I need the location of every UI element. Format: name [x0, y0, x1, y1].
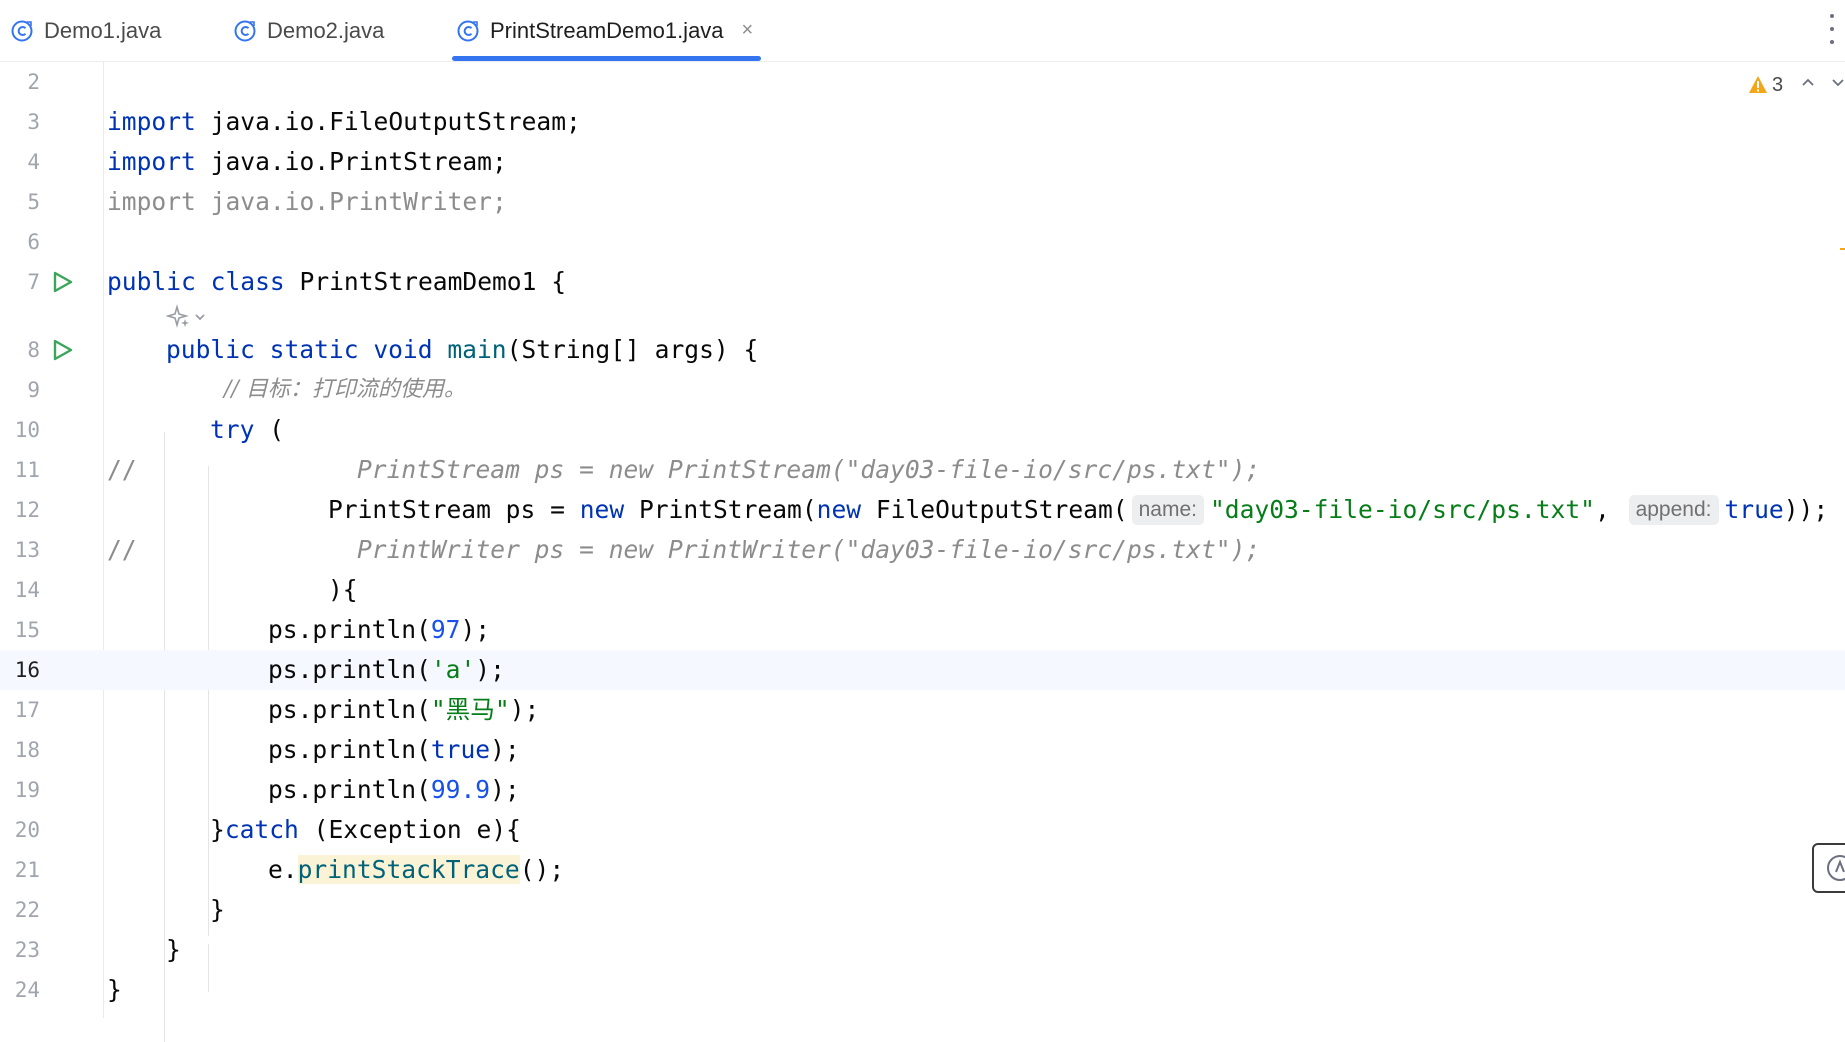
run-play-icon[interactable] [50, 270, 74, 294]
code-text[interactable]: ps.println("黑马"); [268, 690, 539, 730]
line-number: 12 [14, 498, 40, 522]
line-number: 4 [27, 150, 40, 174]
line-number: 23 [14, 938, 40, 962]
java-class-icon [234, 20, 256, 41]
java-class-icon [457, 20, 479, 41]
code-text[interactable]: ps.println(99.9); [268, 770, 520, 810]
ai-sparkle-icon[interactable] [166, 304, 210, 332]
code-line: 2 [0, 62, 1845, 102]
highlighted-method: printStackTrace [297, 855, 520, 884]
line-number: 8 [27, 338, 40, 362]
code-line: 4 import java.io.PrintStream; [0, 142, 1845, 182]
chevron-up-icon[interactable] [1800, 74, 1816, 90]
tab-label: PrintStreamDemo1.java [490, 17, 724, 43]
code-line: 8 public static void main(String[] args)… [0, 330, 1845, 370]
code-text[interactable]: e.printStackTrace(); [268, 850, 564, 890]
code-line: 6 [0, 222, 1845, 262]
code-line: 24 } [0, 970, 1845, 1010]
parameter-hint-append: append: [1628, 495, 1719, 525]
code-text[interactable]: public class PrintStreamDemo1 { [107, 262, 566, 302]
inspection-widget[interactable]: 3 [1748, 72, 1783, 98]
line-number: 11 [14, 458, 40, 482]
code-editor[interactable]: 2 3 import java.io.FileOutputStream; 4 i… [0, 62, 1845, 1042]
java-class-icon [11, 20, 33, 41]
code-comment[interactable]: PrintWriter ps = new PrintWriter("day03-… [357, 530, 1260, 570]
kebab-menu-icon[interactable] [1829, 14, 1835, 44]
line-number: 10 [14, 418, 40, 442]
tab-demo2[interactable]: Demo2.java [233, 0, 384, 61]
code-line: 18 ps.println(true); [0, 730, 1845, 770]
line-number: 20 [14, 818, 40, 842]
line-number: 9 [27, 378, 40, 402]
code-comment[interactable]: PrintStream ps = new PrintStream("day03-… [357, 450, 1260, 490]
code-line: 13 // PrintWriter ps = new PrintWriter("… [0, 530, 1845, 570]
tab-label: Demo2.java [267, 17, 385, 43]
line-number: 3 [27, 110, 40, 134]
code-comment[interactable]: // 目标：打印流的使用。 [224, 370, 466, 410]
code-line: 22 } [0, 890, 1845, 930]
line-number: 22 [14, 898, 40, 922]
floating-assistant-button[interactable] [1812, 843, 1845, 893]
line-number: 5 [27, 190, 40, 214]
tab-label: Demo1.java [44, 17, 162, 43]
warning-count: 3 [1772, 73, 1784, 96]
code-text[interactable]: } [210, 890, 225, 930]
code-line: 23 } [0, 930, 1845, 970]
code-line: 21 e.printStackTrace(); [0, 850, 1845, 890]
code-line: 15 ps.println(97); [0, 610, 1845, 650]
code-line: 14 ){ [0, 570, 1845, 610]
code-line: 20 }catch (Exception e){ [0, 810, 1845, 850]
active-tab-indicator [452, 56, 762, 61]
tab-demo1[interactable]: Demo1.java [10, 0, 161, 61]
close-tab-icon[interactable]: × [742, 19, 754, 42]
line-number: 15 [14, 618, 40, 642]
line-number: 24 [14, 978, 40, 1002]
code-text[interactable]: } [166, 930, 181, 970]
code-line: 19 ps.println(99.9); [0, 770, 1845, 810]
tab-printstreamdemo1[interactable]: PrintStreamDemo1.java × [452, 0, 762, 61]
code-line: 5 import java.io.PrintWriter; [0, 182, 1845, 222]
unused-import-text[interactable]: import java.io.PrintWriter; [107, 182, 507, 222]
line-number: 16 [14, 658, 40, 682]
current-code-line: 16 ps.println('a'); [0, 650, 1845, 690]
code-line: 7 public class PrintStreamDemo1 { [0, 262, 1845, 302]
inspection-navigation [1800, 74, 1845, 90]
line-number: 19 [14, 778, 40, 802]
code-line: 11 // PrintStream ps = new PrintStream("… [0, 450, 1845, 490]
warning-triangle-icon [1749, 76, 1767, 93]
code-line: 3 import java.io.FileOutputStream; [0, 102, 1845, 142]
assistant-icon [1827, 855, 1845, 881]
code-text[interactable]: } [107, 970, 122, 1010]
code-text[interactable]: try ( [210, 410, 284, 450]
code-text[interactable]: ps.println(97); [268, 610, 490, 650]
code-text[interactable]: PrintStream ps = new PrintStream(new Fil… [328, 490, 1828, 530]
line-number: 7 [27, 270, 40, 294]
line-number: 18 [14, 738, 40, 762]
code-line: 9 // 目标：打印流的使用。 [0, 370, 1845, 410]
line-comment-marker: // [107, 535, 137, 564]
scrollbar-warning-marker[interactable] [1840, 248, 1845, 250]
line-comment-marker: // [107, 455, 137, 484]
line-number: 6 [27, 230, 40, 254]
code-text[interactable]: ps.println(true); [268, 730, 520, 770]
code-text[interactable]: }catch (Exception e){ [210, 810, 521, 850]
code-text[interactable]: ps.println('a'); [268, 650, 505, 690]
editor-tab-bar: Demo1.java Demo2.java PrintStreamDemo1.j… [0, 0, 1845, 62]
code-text[interactable]: import java.io.FileOutputStream; [107, 102, 581, 142]
code-line: 12 PrintStream ps = new PrintStream(new … [0, 490, 1845, 530]
line-number: 13 [14, 538, 40, 562]
line-number: 14 [14, 578, 40, 602]
line-number: 21 [14, 858, 40, 882]
code-line: 17 ps.println("黑马"); [0, 690, 1845, 730]
run-play-icon[interactable] [50, 338, 74, 362]
parameter-hint-name: name: [1131, 495, 1204, 525]
code-line: 10 try ( [0, 410, 1845, 450]
line-number: 17 [14, 698, 40, 722]
code-text[interactable]: ){ [328, 570, 358, 610]
code-text[interactable]: import java.io.PrintStream; [107, 142, 507, 182]
code-text[interactable]: public static void main(String[] args) { [166, 330, 758, 370]
chevron-down-icon[interactable] [1830, 74, 1845, 90]
line-number: 2 [27, 70, 40, 94]
